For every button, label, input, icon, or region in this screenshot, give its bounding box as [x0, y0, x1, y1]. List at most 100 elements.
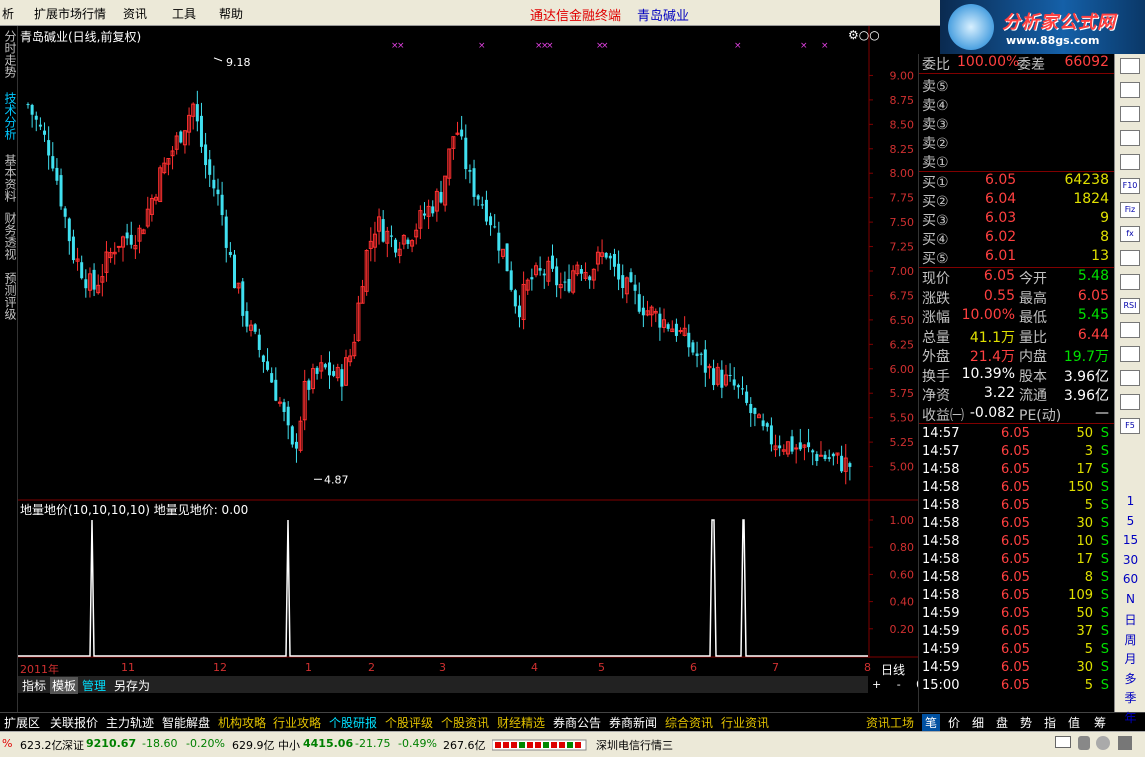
tick-row[interactable]: 15:00 6.05 5 S [919, 678, 1115, 696]
func-general-news[interactable]: 综合资讯 [665, 714, 713, 731]
indicator-chart[interactable]: 1.00 0.80 0.60 0.40 0.20 [18, 498, 918, 658]
f10-icon[interactable]: F10 [1120, 178, 1140, 194]
tick-row[interactable]: 14:59 6.05 30 S [919, 660, 1115, 678]
tab-manage[interactable]: 管理 [80, 677, 108, 694]
tick-row[interactable]: 14:58 6.05 8 S [919, 570, 1115, 588]
line-icon[interactable] [1120, 106, 1140, 122]
period-button[interactable]: 周 [1115, 631, 1145, 648]
tab-template[interactable]: 模板 [50, 677, 79, 694]
current-stock-name: 青岛碱业 [637, 9, 690, 24]
tick-row[interactable]: 14:57 6.05 50 S [919, 426, 1115, 444]
tick-volume: 3 [1084, 444, 1093, 459]
f11-icon[interactable] [1120, 250, 1140, 266]
fiz-icon[interactable]: Fiz [1120, 202, 1140, 218]
period-button[interactable]: 1 [1115, 494, 1145, 508]
candlestick-chart[interactable]: 9.00 8.75 8.50 8.25 8.00 7.75 7.50 7.25 7.00 6.75… [18, 26, 918, 501]
func-stock-research[interactable]: 个股研报 [329, 714, 377, 731]
tick-volume: 50 [1076, 426, 1093, 441]
candle-body [641, 307, 645, 316]
speaker-icon[interactable] [1118, 736, 1132, 750]
tab-chips[interactable]: 筹 [1094, 714, 1106, 731]
tick-price: 6.05 [1001, 570, 1030, 585]
func-stock-rating[interactable]: 个股评级 [385, 714, 433, 731]
tab-detail[interactable]: 细 [972, 714, 984, 731]
chart-settings-icon[interactable]: ⚙○○ [848, 28, 880, 42]
tick-row[interactable]: 14:58 6.05 17 S [919, 462, 1115, 480]
func-broker-news[interactable]: 券商新闻 [609, 714, 657, 731]
bar-icon[interactable] [1120, 130, 1140, 146]
tick-row[interactable]: 14:58 6.05 5 S [919, 498, 1115, 516]
candle-icon[interactable] [1120, 154, 1140, 170]
tick-row[interactable]: 14:59 6.05 37 S [919, 624, 1115, 642]
func-industry-strategy[interactable]: 行业攻略 [273, 714, 321, 731]
func-smart-analysis[interactable]: 智能解盘 [162, 714, 210, 731]
up-icon[interactable] [1120, 322, 1140, 338]
tab-ratings[interactable]: 预测评级 [3, 272, 17, 320]
tab-value[interactable]: 值 [1068, 714, 1080, 731]
tick-row[interactable]: 14:58 6.05 30 S [919, 516, 1115, 534]
signal-marker: × [397, 41, 405, 51]
tick-row[interactable]: 14:58 6.05 17 S [919, 552, 1115, 570]
tab-indicator[interactable]: 指标 [20, 677, 48, 694]
tab-fundamentals[interactable]: 基本资料 [3, 154, 17, 202]
f5-icon[interactable]: F5 [1120, 418, 1140, 434]
func-broker-notice[interactable]: 券商公告 [553, 714, 601, 731]
menu-item-tools[interactable]: 工具 [172, 5, 196, 22]
period-button[interactable]: 5 [1115, 514, 1145, 528]
mail-icon[interactable] [1055, 736, 1071, 748]
func-related-quote[interactable]: 关联报价 [50, 714, 98, 731]
tab-financials[interactable]: 财务透视 [3, 212, 17, 260]
func-industry-news[interactable]: 行业资讯 [721, 714, 769, 731]
period-button[interactable]: N [1115, 592, 1145, 606]
tab-intraday[interactable]: 分时走势 [3, 30, 17, 78]
fx-icon[interactable]: fx [1120, 226, 1140, 242]
period-button[interactable]: 15 [1115, 533, 1145, 547]
period-button[interactable]: 年 [1115, 709, 1145, 726]
next-icon[interactable] [1120, 370, 1140, 386]
period-button[interactable]: 月 [1115, 650, 1145, 667]
network-icon[interactable] [1096, 736, 1110, 750]
func-main-force[interactable]: 主力轨迹 [106, 714, 154, 731]
tab-save-as[interactable]: 另存为 [112, 677, 152, 694]
candle-body [332, 371, 336, 376]
tab-book[interactable]: 盘 [996, 714, 1008, 731]
chart-icon[interactable] [1120, 274, 1140, 290]
candle-body [811, 450, 815, 453]
tick-row[interactable]: 14:58 6.05 109 S [919, 588, 1115, 606]
menu-item-help[interactable]: 帮助 [219, 5, 243, 22]
prev-icon[interactable] [1120, 394, 1140, 410]
tab-index[interactable]: 指 [1044, 714, 1056, 731]
func-finance-select[interactable]: 财经精选 [497, 714, 545, 731]
period-button[interactable]: 30 [1115, 553, 1145, 567]
menu-item-news[interactable]: 资讯 [123, 5, 147, 22]
tick-volume: 5 [1084, 642, 1093, 657]
tick-row[interactable]: 14:58 6.05 150 S [919, 480, 1115, 498]
tab-trades[interactable]: 笔 [922, 714, 941, 731]
tab-trend[interactable]: 势 [1020, 714, 1032, 731]
down-icon[interactable] [1120, 346, 1140, 362]
period-button[interactable]: 季 [1115, 689, 1145, 706]
period-button[interactable]: 日 [1115, 611, 1145, 628]
rsi-icon[interactable]: RSI [1120, 298, 1140, 314]
menu-item-analysis[interactable]: 析 [2, 5, 14, 22]
func-extend[interactable]: 扩展区 [4, 714, 40, 731]
tick-row[interactable]: 14:57 6.05 3 S [919, 444, 1115, 462]
func-institution[interactable]: 机构攻略 [218, 714, 266, 731]
tick-row[interactable]: 14:59 6.05 5 S [919, 642, 1115, 660]
tab-technical-analysis[interactable]: 技术分析 [3, 92, 17, 140]
tab-price[interactable]: 价 [948, 714, 960, 731]
period-button[interactable]: 60 [1115, 572, 1145, 586]
func-stock-news[interactable]: 个股资讯 [441, 714, 489, 731]
tick-row[interactable]: 14:59 6.05 50 S [919, 606, 1115, 624]
grid-icon[interactable] [1120, 82, 1140, 98]
menu-item-extended-market[interactable]: 扩展市场行情 [34, 5, 106, 22]
candle-body [840, 455, 844, 472]
tab-info-workshop[interactable]: 资讯工场 [866, 714, 914, 731]
monitor-icon[interactable] [1120, 58, 1140, 74]
period-label[interactable]: 日线 [881, 661, 905, 678]
candle-body [199, 115, 203, 147]
quote-stat-row: 外盘 21.4万 内盘 19.7万 [919, 346, 1115, 365]
lock-icon[interactable] [1078, 736, 1090, 750]
period-button[interactable]: 多 [1115, 670, 1145, 687]
tick-row[interactable]: 14:58 6.05 10 S [919, 534, 1115, 552]
